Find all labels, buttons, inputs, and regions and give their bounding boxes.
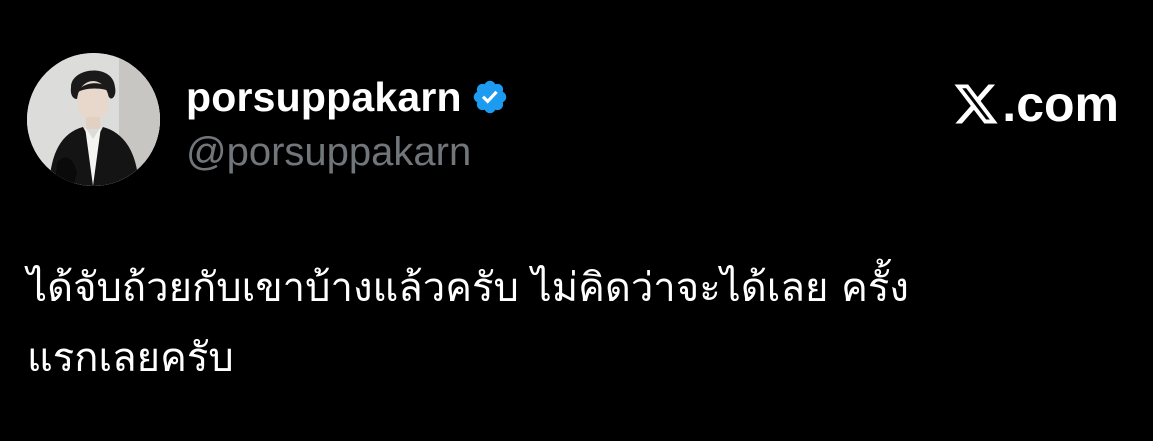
avatar-photo (27, 53, 160, 186)
tweet-card: porsuppakarn @porsuppakarn .com ได้จับถ้… (0, 0, 1153, 441)
name-row: porsuppakarn (186, 72, 509, 122)
verified-badge-icon (471, 78, 509, 116)
avatar[interactable] (27, 53, 160, 186)
x-logo-icon (952, 80, 1000, 128)
display-name[interactable]: porsuppakarn (186, 72, 462, 122)
brand-domain-text: .com (1002, 76, 1119, 132)
tweet-text: ได้จับถ้วยกับเขาบ้างแล้วครับ ไม่คิดว่าจะ… (27, 265, 909, 381)
brand-watermark: .com (952, 76, 1119, 132)
user-handle[interactable]: @porsuppakarn (186, 128, 509, 176)
author-block: porsuppakarn @porsuppakarn (186, 72, 509, 176)
